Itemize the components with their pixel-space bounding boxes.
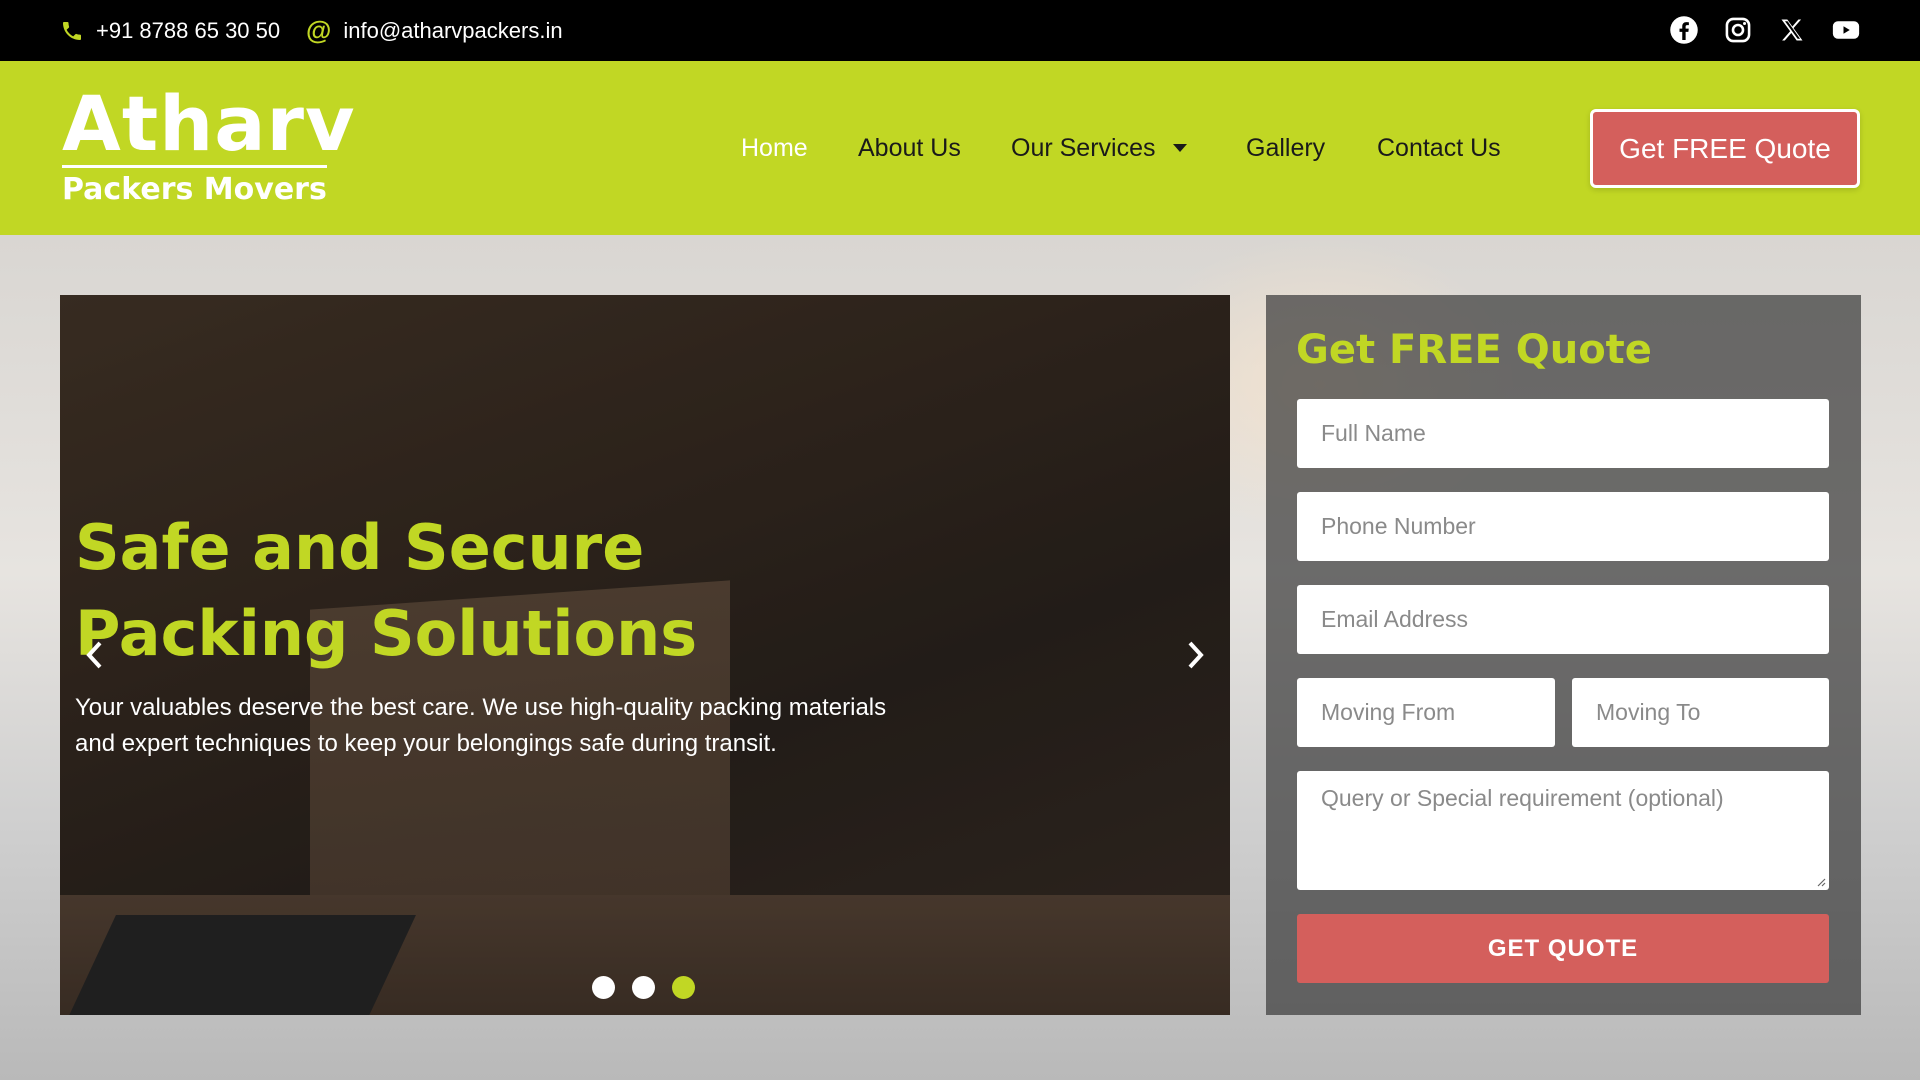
chevron-left-icon xyxy=(86,641,102,669)
nav-gallery[interactable]: Gallery xyxy=(1246,61,1325,235)
youtube-icon[interactable] xyxy=(1830,14,1862,46)
slide-description: Your valuables deserve the best care. We… xyxy=(75,694,887,757)
main-header: Atharv Packers Movers Home About Us Our … xyxy=(0,61,1920,235)
logo-sub-text: Packers Movers xyxy=(62,172,327,207)
site-logo[interactable]: Atharv Packers Movers xyxy=(62,83,356,210)
slider-dot-1[interactable] xyxy=(592,976,615,999)
form-title: Get FREE Quote xyxy=(1296,327,1652,373)
email-contact[interactable]: @ info@atharvpackers.in xyxy=(306,0,563,61)
slider-pagination xyxy=(592,976,695,999)
slide-title: Safe and Secure Packing Solutions xyxy=(75,505,697,677)
facebook-icon[interactable] xyxy=(1668,14,1700,46)
moving-from-input[interactable]: Moving From xyxy=(1297,678,1555,747)
email-address: info@atharvpackers.in xyxy=(343,17,563,43)
chevron-right-icon xyxy=(1188,641,1204,669)
nav-home[interactable]: Home xyxy=(741,61,808,235)
nav-our-services[interactable]: Our Services xyxy=(1011,61,1188,235)
slider-next-button[interactable] xyxy=(1180,640,1210,670)
slide-title-line-1: Safe and Secure xyxy=(75,511,645,584)
instagram-icon[interactable] xyxy=(1722,14,1754,46)
top-bar: +91 8788 65 30 50 @ info@atharvpackers.i… xyxy=(0,0,1920,61)
slider-prev-button[interactable] xyxy=(80,640,110,670)
email-address-input[interactable]: Email Address xyxy=(1297,585,1829,654)
moving-to-input[interactable]: Moving To xyxy=(1572,678,1829,747)
get-quote-submit-button[interactable]: GET QUOTE xyxy=(1297,914,1829,983)
chevron-down-icon xyxy=(1173,144,1188,152)
at-icon: @ xyxy=(306,15,332,45)
slider-dot-3[interactable] xyxy=(672,976,695,999)
nav-our-services-label: Our Services xyxy=(1011,133,1156,162)
phone-number-input[interactable]: Phone Number xyxy=(1297,492,1829,561)
nav-about-us[interactable]: About Us xyxy=(858,61,961,235)
query-textarea[interactable]: Query or Special requirement (optional) xyxy=(1297,771,1829,890)
phone-number: +91 8788 65 30 50 xyxy=(96,17,281,43)
social-links xyxy=(1668,14,1862,46)
logo-main-text: Atharv xyxy=(62,79,356,168)
nav-contact-us[interactable]: Contact Us xyxy=(1377,61,1501,235)
resize-handle-icon[interactable] xyxy=(1814,875,1826,887)
full-name-input[interactable]: Full Name xyxy=(1297,399,1829,468)
phone-icon xyxy=(63,21,81,40)
x-icon[interactable] xyxy=(1776,14,1808,46)
get-free-quote-button[interactable]: Get FREE Quote xyxy=(1590,109,1860,188)
quote-form-panel: Get FREE Quote Full Name Phone Number Em… xyxy=(1266,295,1861,1015)
phone-contact[interactable]: +91 8788 65 30 50 xyxy=(60,0,280,61)
slider-dot-2[interactable] xyxy=(632,976,655,999)
query-placeholder: Query or Special requirement (optional) xyxy=(1321,785,1724,811)
slide-title-line-2: Packing Solutions xyxy=(75,597,698,670)
